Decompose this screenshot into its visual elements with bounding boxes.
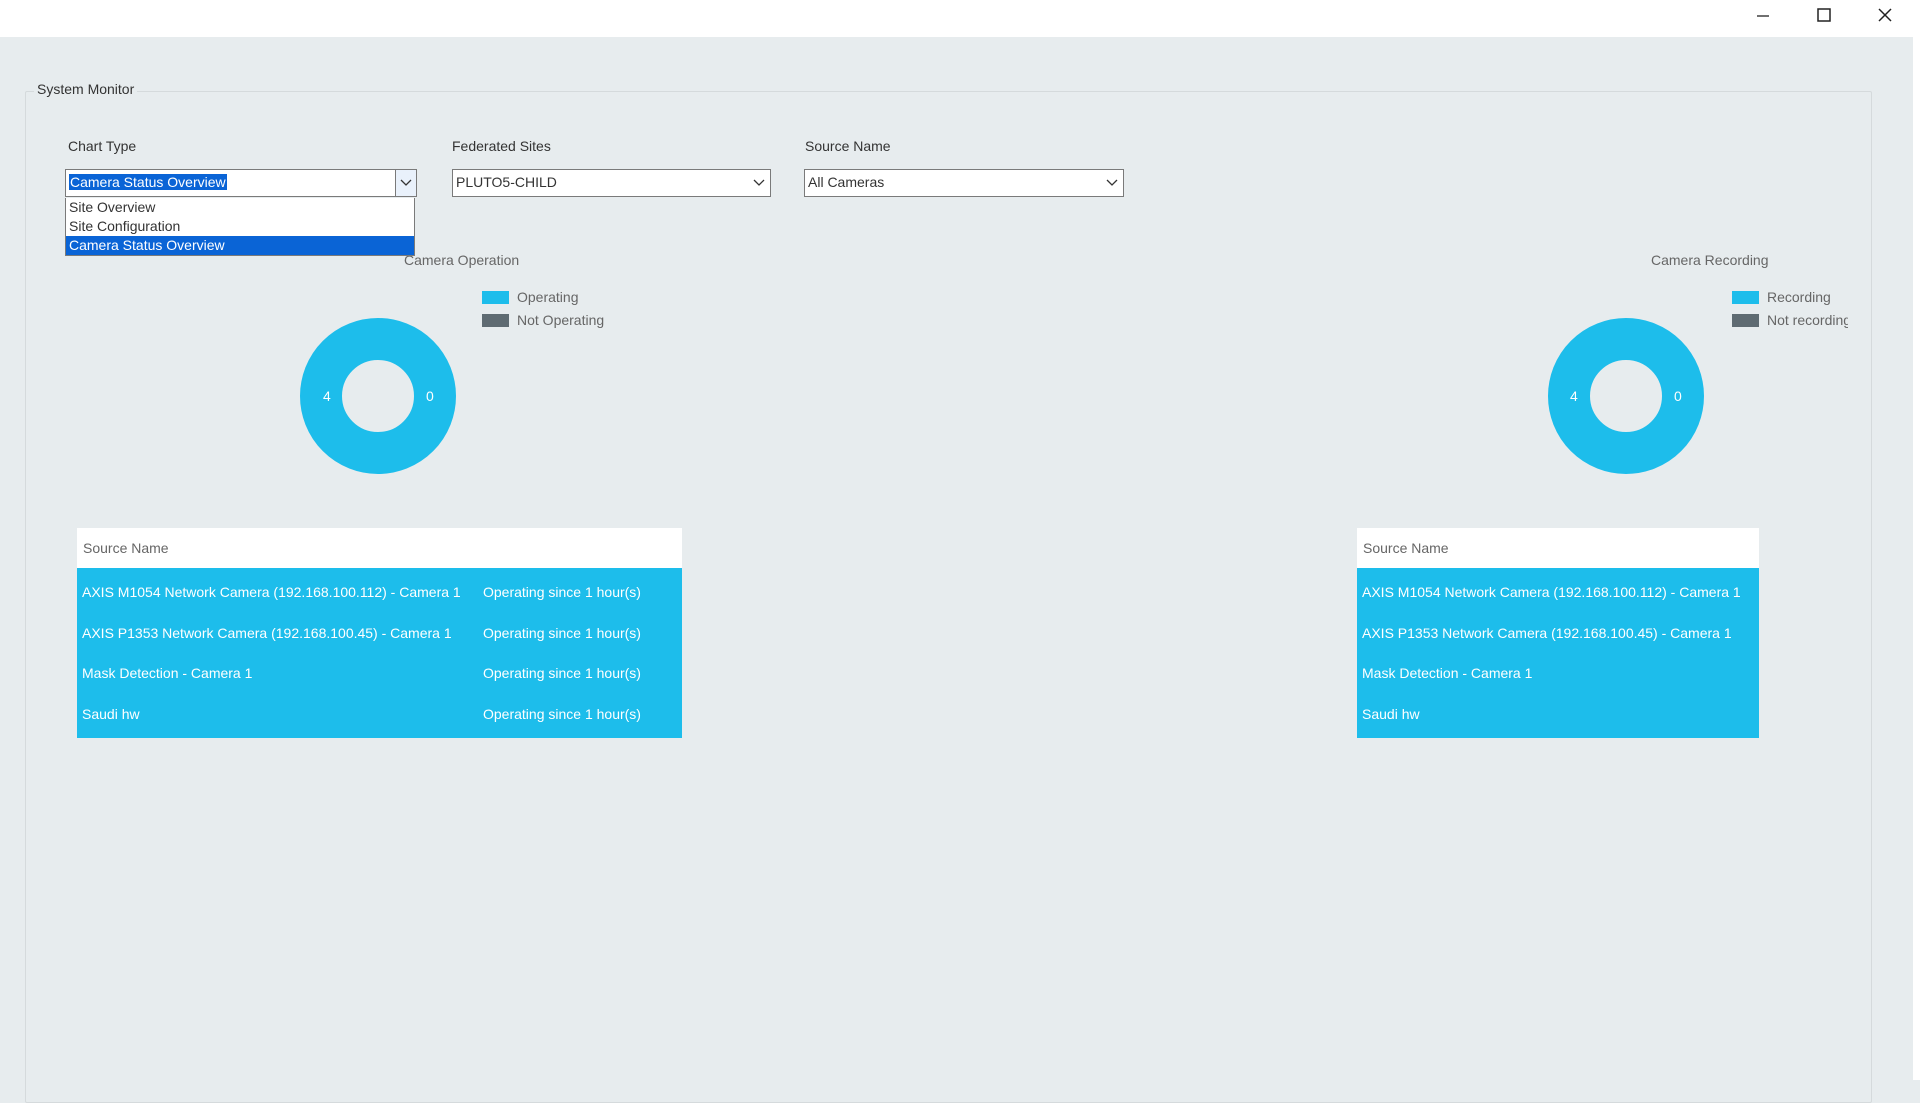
- camera-recording-title: Camera Recording: [1651, 252, 1769, 268]
- table-row[interactable]: Mask Detection - Camera 1 Operating sinc…: [77, 653, 682, 694]
- chevron-down-icon[interactable]: [1101, 170, 1123, 196]
- group-title: System Monitor: [34, 81, 138, 97]
- legend-label-recording: Recording: [1767, 289, 1831, 305]
- table-row[interactable]: Saudi hw Operating since 1 hour(s): [77, 694, 682, 735]
- table-row[interactable]: AXIS P1353 Network Camera (192.168.100.4…: [77, 613, 682, 654]
- right-edge-strip: [1913, 37, 1920, 1080]
- table-cell-name: Saudi hw: [82, 705, 140, 722]
- chart-type-value[interactable]: Camera Status Overview: [69, 174, 227, 190]
- table-header-source-name: Source Name: [1357, 528, 1759, 568]
- table-cell-name: Mask Detection - Camera 1: [82, 665, 253, 682]
- dropdown-option-site-overview[interactable]: Site Overview: [66, 198, 414, 217]
- legend-not-recording-clip: Not recording: [1732, 310, 1848, 332]
- federated-sites-value: PLUTO5-CHILD: [456, 174, 557, 190]
- dropdown-option-site-configuration[interactable]: Site Configuration: [66, 217, 414, 236]
- legend-swatch-recording: [1732, 290, 1759, 304]
- legend-label-operating: Operating: [517, 289, 579, 305]
- minimize-button[interactable]: [1733, 0, 1793, 30]
- camera-operation-title: Camera Operation: [404, 252, 520, 268]
- chart-type-combo[interactable]: Camera Status Overview: [65, 169, 417, 197]
- legend-label-not-recording: Not recording: [1767, 312, 1848, 328]
- source-name-label: Source Name: [805, 138, 891, 154]
- dropdown-option-camera-status-overview[interactable]: Camera Status Overview: [66, 236, 414, 255]
- table-header-source-name: Source Name: [77, 528, 682, 568]
- table-cell-status: Operating since 1 hour(s): [483, 665, 641, 682]
- window-titlebar: [0, 0, 1920, 37]
- donut-segment-recording: [1548, 318, 1704, 474]
- source-name-value: All Cameras: [808, 174, 885, 190]
- table-cell-name: AXIS P1353 Network Camera (192.168.100.4…: [1362, 624, 1732, 641]
- legend-recording: Recording: [1732, 289, 1831, 305]
- table-cell-name: AXIS P1353 Network Camera (192.168.100.4…: [82, 624, 452, 641]
- donut-segment-operating: [300, 318, 456, 474]
- donut-label-not-recording: 0: [1674, 388, 1682, 404]
- table-cell-name: AXIS M1054 Network Camera (192.168.100.1…: [1362, 584, 1741, 601]
- table-row[interactable]: Mask Detection - Camera 1: [1357, 653, 1759, 694]
- legend-swatch-not-recording: [1732, 313, 1759, 327]
- donut-label-operating: 4: [323, 388, 331, 404]
- federated-sites-label: Federated Sites: [452, 138, 551, 154]
- table-cell-status: Operating since 1 hour(s): [483, 705, 641, 722]
- table-row[interactable]: AXIS M1054 Network Camera (192.168.100.1…: [1357, 572, 1759, 613]
- source-name-combo[interactable]: All Cameras: [804, 169, 1124, 197]
- donut-label-recording: 4: [1570, 388, 1578, 404]
- table-cell-name: AXIS M1054 Network Camera (192.168.100.1…: [82, 584, 461, 601]
- table-cell-name: Saudi hw: [1362, 705, 1420, 722]
- maximize-button[interactable]: [1794, 0, 1854, 30]
- legend-not-recording: Not recording: [1732, 312, 1848, 328]
- table-body: AXIS M1054 Network Camera (192.168.100.1…: [1357, 568, 1759, 738]
- table-body: AXIS M1054 Network Camera (192.168.100.1…: [77, 568, 682, 738]
- legend-not-operating: Not Operating: [482, 312, 604, 328]
- legend-operating: Operating: [482, 289, 578, 305]
- legend-label-not-operating: Not Operating: [517, 312, 605, 328]
- chevron-down-icon[interactable]: [395, 170, 416, 196]
- minimize-icon: [1757, 15, 1769, 17]
- donut-label-not-operating: 0: [426, 388, 434, 404]
- legend-swatch-operating: [482, 290, 509, 304]
- table-row[interactable]: AXIS P1353 Network Camera (192.168.100.4…: [1357, 613, 1759, 654]
- legend-swatch-not-operating: [482, 313, 509, 327]
- table-cell-name: Mask Detection - Camera 1: [1362, 665, 1533, 682]
- camera-recording-donut: 4 0: [1548, 318, 1704, 474]
- table-row[interactable]: AXIS M1054 Network Camera (192.168.100.1…: [77, 572, 682, 613]
- camera-operation-table: Source Name AXIS M1054 Network Camera (1…: [77, 528, 682, 738]
- table-row[interactable]: Saudi hw: [1357, 694, 1759, 735]
- camera-operation-donut: 4 0: [300, 318, 456, 474]
- table-cell-status: Operating since 1 hour(s): [483, 584, 641, 601]
- maximize-icon: [1817, 8, 1831, 22]
- chevron-down-icon[interactable]: [748, 170, 770, 196]
- close-icon: [1878, 8, 1892, 22]
- chart-type-dropdown-list: Site Overview Site Configuration Camera …: [65, 198, 415, 256]
- chart-type-label: Chart Type: [68, 138, 137, 154]
- close-button[interactable]: [1855, 0, 1915, 30]
- table-cell-status: Operating since 1 hour(s): [483, 624, 641, 641]
- camera-recording-table: Source Name AXIS M1054 Network Camera (1…: [1357, 528, 1759, 738]
- federated-sites-combo[interactable]: PLUTO5-CHILD: [452, 169, 771, 197]
